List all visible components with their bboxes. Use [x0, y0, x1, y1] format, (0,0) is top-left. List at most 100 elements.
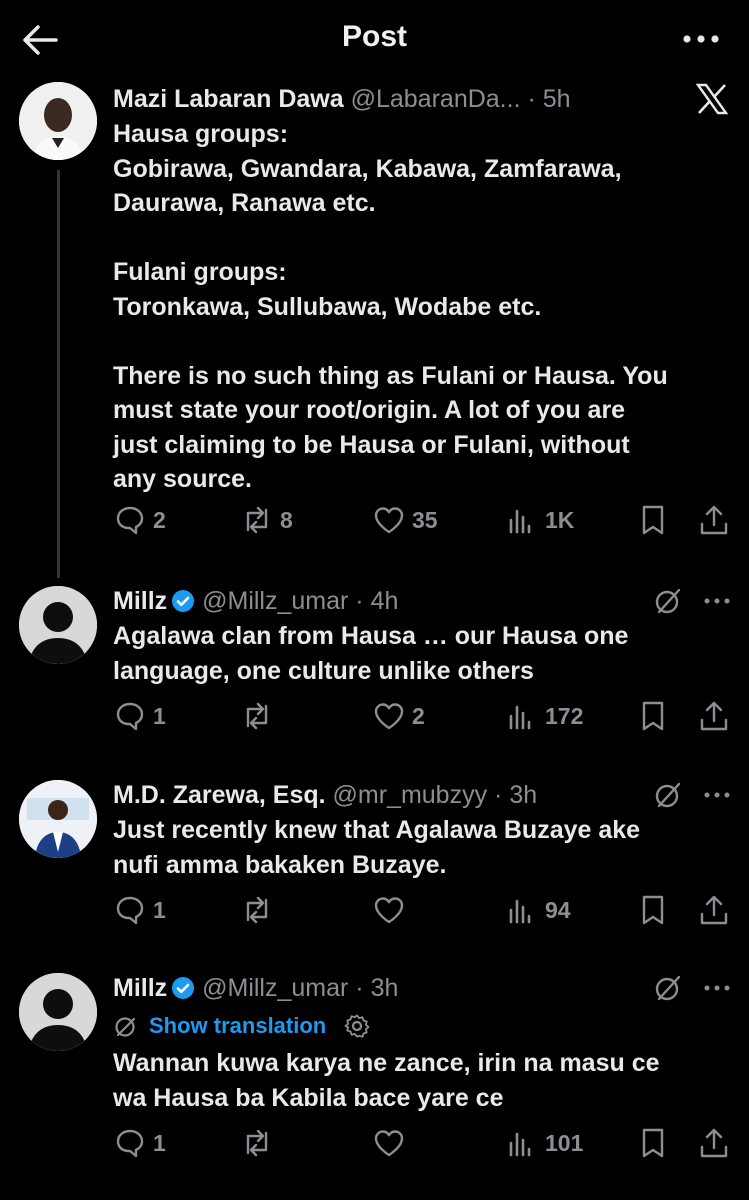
share-button[interactable] — [697, 1123, 731, 1163]
bookmark-button[interactable] — [636, 500, 670, 540]
more-options-icon[interactable] — [702, 973, 732, 1003]
reply-icon — [116, 896, 144, 925]
grok-icon[interactable] — [652, 972, 684, 1004]
grok-icon[interactable] — [652, 779, 684, 811]
share-button[interactable] — [697, 696, 731, 736]
reply-count: 1 — [153, 702, 166, 729]
author-name[interactable]: Millz — [113, 587, 167, 615]
action-bar: 2 8 35 1K — [0, 500, 749, 540]
bookmark-button[interactable] — [636, 1123, 670, 1163]
grok-icon[interactable] — [652, 585, 684, 617]
post-text: Wannan kuwa karya ne zance, irin na masu… — [113, 1049, 660, 1112]
repost-button[interactable] — [240, 1123, 280, 1163]
repost-icon — [246, 1129, 268, 1157]
verified-badge-icon — [172, 590, 195, 612]
author-handle[interactable]: @mr_mubzyy — [333, 781, 488, 809]
heart-icon — [374, 1130, 404, 1157]
repost-button[interactable] — [240, 890, 280, 930]
bookmark-icon — [642, 701, 664, 731]
like-count: 2 — [412, 702, 425, 729]
settings-gear-icon[interactable] — [344, 1013, 370, 1039]
reply-count: 1 — [153, 1129, 166, 1156]
author-handle[interactable]: @Millz_umar — [202, 974, 348, 1002]
reply-post[interactable]: M.D. Zarewa, Esq. @mr_mubzyy · 3h Just r… — [0, 778, 749, 938]
views-icon — [509, 509, 531, 534]
views-icon — [509, 1132, 531, 1157]
avatar[interactable] — [19, 780, 97, 858]
post-text: Hausa groups: Gobirawa, Gwandara, Kabawa… — [113, 120, 668, 493]
views-button[interactable]: 94 — [505, 890, 571, 930]
heart-icon — [374, 507, 404, 534]
post-header: Mazi Labaran Dawa @LabaranDa... · 5h — [113, 85, 571, 113]
more-options-icon[interactable] — [702, 780, 732, 810]
reply-icon — [116, 702, 144, 731]
show-translation[interactable]: Show translation — [113, 1009, 370, 1043]
post-time[interactable]: 5h — [543, 85, 571, 113]
verified-badge-icon — [172, 977, 195, 999]
action-bar: 1 2 172 — [0, 696, 749, 736]
post-time[interactable]: 3h — [371, 974, 399, 1002]
like-count: 35 — [412, 506, 438, 533]
repost-count: 8 — [280, 506, 293, 533]
reply-post[interactable]: Millz @Millz_umar · 3h Show translation … — [0, 971, 749, 1171]
views-button[interactable]: 1K — [505, 500, 574, 540]
bookmark-button[interactable] — [636, 890, 670, 930]
views-icon — [509, 705, 531, 730]
share-button[interactable] — [697, 500, 731, 540]
avatar[interactable] — [19, 82, 97, 160]
repost-icon — [246, 702, 268, 730]
post-header: Millz @Millz_umar · 3h — [113, 974, 399, 1002]
reply-post[interactable]: Millz @Millz_umar · 4h Agalawa clan from… — [0, 584, 749, 744]
reply-count: 2 — [153, 506, 166, 533]
repost-button[interactable]: 8 — [240, 500, 293, 540]
bookmark-button[interactable] — [636, 696, 670, 736]
share-icon — [700, 895, 728, 925]
more-options-icon[interactable] — [679, 22, 723, 56]
like-button[interactable] — [372, 890, 412, 930]
reply-button[interactable]: 1 — [113, 696, 166, 736]
reply-button[interactable]: 2 — [113, 500, 166, 540]
show-translation-label[interactable]: Show translation — [149, 1013, 326, 1039]
action-bar: 1 94 — [0, 890, 749, 930]
reply-icon — [116, 1129, 144, 1158]
author-handle[interactable]: @LabaranDa... — [351, 85, 521, 113]
top-bar: Post — [0, 0, 749, 78]
share-button[interactable] — [697, 890, 731, 930]
page-title: Post — [341, 20, 407, 53]
post-text: Just recently knew that Agalawa Buzaye a… — [113, 816, 641, 879]
author-name[interactable]: Millz — [113, 974, 167, 1002]
like-button[interactable]: 2 — [372, 696, 425, 736]
author-handle[interactable]: @Millz_umar — [202, 587, 348, 615]
more-options-icon[interactable] — [702, 586, 732, 616]
like-button[interactable]: 35 — [372, 500, 438, 540]
view-count: 101 — [545, 1129, 584, 1156]
views-icon — [509, 899, 531, 924]
post-time[interactable]: 4h — [371, 587, 399, 615]
view-count: 94 — [545, 896, 571, 923]
share-icon — [700, 1128, 728, 1158]
author-name[interactable]: M.D. Zarewa, Esq. — [113, 781, 326, 809]
bookmark-icon — [642, 1128, 664, 1158]
views-button[interactable]: 172 — [505, 696, 583, 736]
like-button[interactable] — [372, 1123, 412, 1163]
bookmark-icon — [642, 505, 664, 535]
view-count: 172 — [545, 702, 584, 729]
repost-icon — [246, 506, 268, 534]
translate-icon — [115, 1017, 136, 1037]
author-name[interactable]: Mazi Labaran Dawa — [113, 85, 344, 113]
reply-button[interactable]: 1 — [113, 1123, 166, 1163]
views-button[interactable]: 101 — [505, 1123, 583, 1163]
reply-button[interactable]: 1 — [113, 890, 166, 930]
share-icon — [700, 505, 728, 535]
post-time[interactable]: 3h — [509, 781, 537, 809]
reply-icon — [116, 506, 144, 535]
reply-count: 1 — [153, 896, 166, 923]
post-text: Agalawa clan from Hausa … our Hausa one … — [113, 622, 629, 685]
action-bar: 1 101 — [0, 1123, 749, 1163]
post-main[interactable]: Mazi Labaran Dawa @LabaranDa... · 5h Hau… — [0, 82, 749, 578]
view-count: 1K — [545, 506, 575, 533]
avatar[interactable] — [19, 586, 97, 664]
avatar[interactable] — [19, 973, 97, 1051]
bookmark-icon — [642, 895, 664, 925]
repost-button[interactable] — [240, 696, 280, 736]
